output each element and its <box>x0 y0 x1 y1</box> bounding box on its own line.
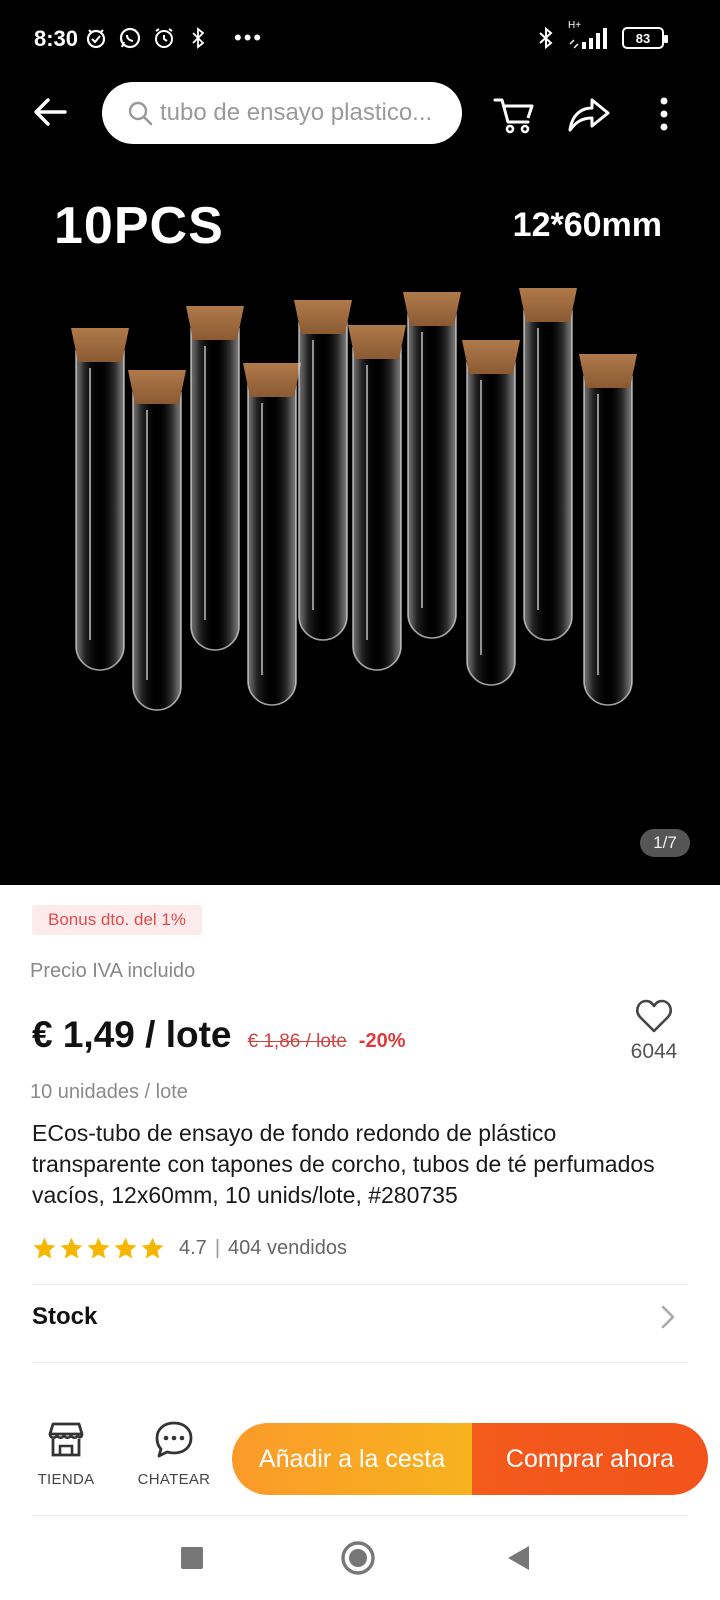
add-to-cart-button[interactable]: Añadir a la cesta <box>232 1423 472 1495</box>
chat-button[interactable]: CHATEAR <box>132 1419 216 1488</box>
stock-label: Stock <box>32 1303 98 1330</box>
star-icon <box>87 1237 110 1259</box>
signal-icon: H+ <box>568 20 612 50</box>
test-tube <box>247 385 297 706</box>
test-tube <box>298 322 348 641</box>
product-hero: 8:30 ••• H+ 83 tubo de ensayo plastico..… <box>0 0 720 885</box>
test-tube <box>583 376 633 706</box>
wishlist-button[interactable]: 6044 <box>618 998 690 1064</box>
rating-value: 4.7 <box>179 1237 207 1259</box>
test-tube <box>352 347 402 671</box>
wishlist-count: 6044 <box>630 1040 678 1063</box>
cork-stopper <box>519 288 577 322</box>
divider <box>32 1515 688 1516</box>
vpn-icon <box>86 29 106 49</box>
store-button[interactable]: TIENDA <box>24 1419 108 1488</box>
unit-note: 10 unidades / lote <box>30 1081 188 1103</box>
divider <box>32 1362 688 1363</box>
cork-stopper <box>243 363 301 397</box>
system-nav-bar <box>0 1520 720 1600</box>
cart-button[interactable] <box>490 90 538 138</box>
discount-badge: -20% <box>358 1030 406 1052</box>
more-vertical-icon <box>660 97 668 131</box>
more-notifications-icon: ••• <box>234 25 264 50</box>
star-icon <box>60 1237 83 1259</box>
stock-row[interactable]: Stock <box>0 1285 720 1349</box>
image-counter: 1/7 <box>640 829 690 857</box>
cart-icon <box>493 98 534 134</box>
bluetooth-icon <box>539 26 553 50</box>
system-icons: H+ 83 <box>534 20 668 50</box>
image-label-size: 12*60mm <box>512 206 662 244</box>
test-tube <box>190 328 240 651</box>
star-icon <box>114 1237 137 1259</box>
cork-stopper <box>128 370 186 404</box>
back-button[interactable] <box>28 90 72 134</box>
store-icon <box>48 1422 84 1457</box>
test-tube <box>407 314 457 639</box>
product-image[interactable] <box>0 160 720 885</box>
test-tube <box>132 392 182 711</box>
chat-icon <box>155 1421 193 1458</box>
cork-stopper <box>462 340 520 374</box>
search-icon <box>128 101 153 126</box>
home-button[interactable] <box>338 1538 378 1578</box>
cork-stopper <box>71 328 129 362</box>
test-tube <box>466 362 516 686</box>
heart-icon <box>636 999 672 1033</box>
price-current: € 1,49 / lote <box>32 1014 232 1055</box>
whatsapp-icon <box>119 27 141 49</box>
recent-apps-button[interactable] <box>172 1538 212 1578</box>
battery-level: 83 <box>635 30 651 46</box>
cork-stopper <box>403 292 461 326</box>
bonus-badge: Bonus dto. del 1% <box>32 905 202 935</box>
test-tube <box>523 310 573 641</box>
alarm-icon <box>155 28 173 48</box>
star-icon <box>33 1237 56 1259</box>
rating-separator: | <box>214 1237 221 1259</box>
status-time: 8:30 <box>34 26 79 51</box>
price-note: Precio IVA incluido <box>30 960 196 982</box>
bluetooth-icon <box>192 27 205 49</box>
triangle-back-icon <box>508 1546 529 1570</box>
chevron-right-icon <box>661 1305 675 1329</box>
system-back-button[interactable] <box>498 1538 538 1578</box>
buy-now-button[interactable]: Comprar ahora <box>472 1423 708 1495</box>
price-original: € 1,86 / lote <box>247 1031 347 1052</box>
sold-count: 404 vendidos <box>228 1237 347 1259</box>
test-tube <box>75 350 125 671</box>
share-icon <box>568 98 610 132</box>
search-query: tubo de ensayo plastico... <box>160 99 433 126</box>
store-label: TIENDA <box>37 1471 95 1488</box>
rating-stars <box>32 1236 165 1261</box>
square-icon <box>181 1547 203 1569</box>
chat-label: CHATEAR <box>137 1471 211 1488</box>
cork-stopper <box>348 325 406 359</box>
top-nav-bar: tubo de ensayo plastico... <box>0 80 720 144</box>
star-icon <box>141 1237 164 1259</box>
price-row: € 1,49 / lote € 1,86 / lote -20% <box>32 1014 406 1056</box>
notification-icons: ••• <box>84 26 263 50</box>
status-bar: 8:30 ••• H+ 83 <box>0 0 720 80</box>
share-button[interactable] <box>564 90 612 138</box>
arrow-left-icon <box>34 98 67 126</box>
rating-row[interactable]: 4.7 | 404 vendidos <box>32 1236 347 1261</box>
bottom-action-bar: TIENDA CHATEAR Añadir a la cesta Comprar… <box>0 1405 720 1517</box>
cork-stopper <box>186 306 244 340</box>
cork-stopper <box>579 354 637 388</box>
product-title: ECos-tubo de ensayo de fondo redondo de … <box>32 1120 655 1208</box>
battery-icon: 83 <box>622 27 668 49</box>
test-tubes-illustration <box>71 288 637 711</box>
circle-icon <box>341 1541 375 1575</box>
image-label-quantity: 10PCS <box>54 197 224 255</box>
cork-stopper <box>294 300 352 334</box>
search-input[interactable]: tubo de ensayo plastico... <box>102 82 462 144</box>
network-type: H+ <box>568 20 582 31</box>
more-options-button[interactable] <box>640 90 688 138</box>
